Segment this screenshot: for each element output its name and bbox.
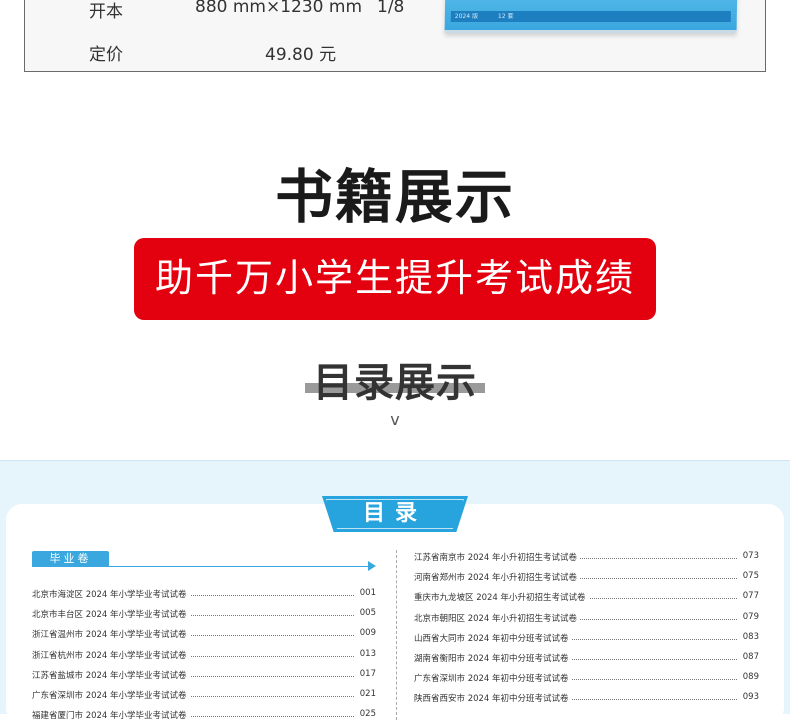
- subtitle-text: 目录展示: [313, 360, 477, 406]
- toc-item-page: 093: [739, 692, 759, 703]
- spec-value: 49.80 元: [265, 45, 337, 65]
- section-divider: [32, 566, 372, 567]
- toc-item-title: 北京市丰台区 2024 年小学毕业考试试卷: [32, 608, 190, 621]
- toc-item-title: 山西省大同市 2024 年初中分班考试试卷: [414, 631, 572, 644]
- list-item: 湖南省衡阳市 2024 年初中分班考试试卷 087: [414, 648, 759, 668]
- list-item: 广东省深圳市 2024 年初中分班考试试卷 089: [414, 668, 759, 688]
- toc-item-title: 福建省厦门市 2024 年小学毕业考试试卷: [32, 709, 190, 722]
- toc-item-page: 025: [356, 709, 376, 720]
- toc-item-title: 江苏省南京市 2024 年小升初招生考试试卷: [414, 551, 581, 563]
- list-item: 北京市丰台区 2024 年小学毕业考试试卷 005: [32, 604, 376, 624]
- toc-item-title: 重庆市九龙坡区 2024 年小升初招生考试试卷: [414, 591, 589, 604]
- toc-item-page: 073: [739, 551, 759, 561]
- toc-item-page: 083: [739, 631, 759, 642]
- book-cover-image: 2024 版 12 套: [444, 0, 738, 33]
- promo-banner: 助千万小学生提升考试成绩: [134, 238, 656, 320]
- toc-item-page: 013: [356, 648, 376, 659]
- column-divider: [396, 550, 397, 720]
- toc-item-title: 浙江省温州市 2024 年小学毕业考试试卷: [32, 628, 190, 641]
- toc-item-title: 湖南省衡阳市 2024 年初中分班考试试卷: [414, 651, 572, 664]
- list-item: 浙江省杭州市 2024 年小学毕业考试试卷 013: [32, 645, 376, 665]
- section-tag: 毕业卷: [32, 551, 109, 567]
- toc-item-title: 广东省深圳市 2024 年小学毕业考试试卷: [32, 688, 190, 701]
- toc-item-title: 陕西省西安市 2024 年初中分班考试试卷: [414, 692, 572, 705]
- toc-item-page: 017: [356, 668, 376, 679]
- list-item: 浙江省温州市 2024 年小学毕业考试试卷 009: [32, 624, 376, 644]
- list-item: 山西省大同市 2024 年初中分班考试试卷 083: [414, 628, 759, 648]
- list-item: 江苏省盐城市 2024 年小学毕业考试试卷 017: [32, 665, 376, 685]
- toc-item-page: 009: [356, 628, 376, 639]
- toc-list-left: 北京市海淀区 2024 年小学毕业考试试卷 001 北京市丰台区 2024 年小学…: [32, 584, 376, 725]
- toc-item-page: 087: [739, 651, 759, 662]
- book-cover-text: 12 套: [497, 13, 514, 20]
- toc-list-right: 江苏省南京市 2024 年小升初招生考试试卷 073 河南省郑州市 2024 年小…: [414, 547, 759, 709]
- chevron-down-icon: v: [390, 410, 400, 429]
- list-item: 广东省深圳市 2024 年小学毕业考试试卷 021: [32, 685, 376, 705]
- toc-item-title: 浙江省杭州市 2024 年小学毕业考试试卷: [32, 648, 190, 661]
- list-item: 陕西省西安市 2024 年初中分班考试试卷 093: [414, 688, 759, 708]
- list-item: 重庆市九龙坡区 2024 年小升初招生考试试卷 077: [414, 587, 759, 607]
- book-cover-strip: 2024 版 12 套: [450, 11, 731, 22]
- list-item: 北京市朝阳区 2024 年小升初招生考试试卷 079: [414, 608, 759, 628]
- toc-item-page: 001: [356, 588, 376, 598]
- toc-item-page: 005: [356, 608, 376, 619]
- toc-badge: 目录: [322, 496, 468, 532]
- toc-item-title: 北京市朝阳区 2024 年小升初招生考试试卷: [414, 611, 581, 624]
- toc-item-page: 021: [356, 688, 376, 699]
- list-item: 河南省郑州市 2024 年小升初招生考试试卷 075: [414, 567, 759, 587]
- toc-item-title: 江苏省盐城市 2024 年小学毕业考试试卷: [32, 668, 190, 681]
- section-title: 书籍展示: [274, 163, 515, 231]
- spec-value: 880 mm×1230 mm: [195, 0, 363, 17]
- toc-item-title: 河南省郑州市 2024 年小升初招生考试试卷: [414, 571, 581, 584]
- toc-item-title: 广东省深圳市 2024 年初中分班考试试卷: [414, 672, 572, 685]
- list-item: 北京市海淀区 2024 年小学毕业考试试卷 001: [32, 584, 376, 604]
- toc-item-page: 089: [739, 672, 759, 683]
- subtitle: 目录展示: [0, 350, 790, 408]
- list-item: 福建省厦门市 2024 年小学毕业考试试卷 025: [32, 705, 376, 725]
- arrow-right-icon: [368, 561, 376, 571]
- spec-value: 1/8: [377, 0, 405, 17]
- toc-item-page: 075: [739, 571, 759, 582]
- spec-box: 开本 880 mm×1230 mm 1/8 定价 49.80 元 2024 版 …: [24, 0, 766, 72]
- toc-item-page: 079: [739, 611, 759, 622]
- book-cover-text: 2024 版: [454, 13, 479, 20]
- list-item: 江苏省南京市 2024 年小升初招生考试试卷 073: [414, 547, 759, 567]
- spec-label: 定价: [89, 45, 123, 65]
- spec-label: 开本: [89, 2, 123, 22]
- toc-item-page: 077: [739, 591, 759, 602]
- toc-item-title: 北京市海淀区 2024 年小学毕业考试试卷: [32, 588, 190, 600]
